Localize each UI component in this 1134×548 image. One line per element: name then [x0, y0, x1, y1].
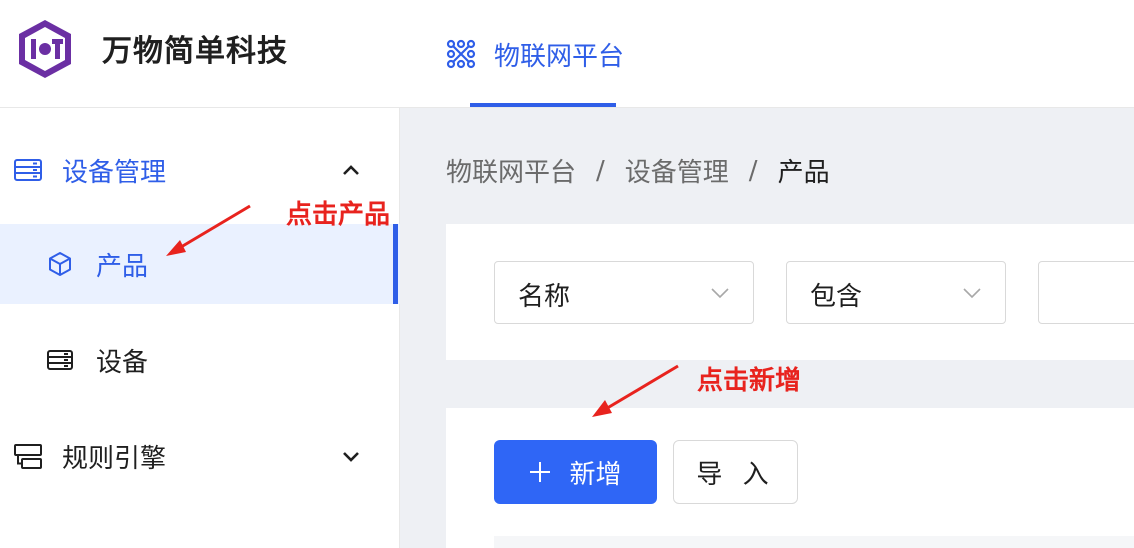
- operator-select[interactable]: 包含: [786, 261, 1006, 324]
- breadcrumb-item[interactable]: 物联网平台: [446, 152, 576, 189]
- sidebar: 设备管理 产品 设备 规则引擎: [0, 108, 400, 548]
- operator-select-value: 包含: [810, 282, 863, 312]
- sidebar-item-label: 设备: [96, 347, 149, 378]
- chevron-down-icon: [963, 288, 981, 299]
- action-panel: 新增 导 入: [446, 408, 1134, 548]
- breadcrumb-current: 产品: [777, 158, 830, 188]
- annotation-click-add: 点击新增: [697, 366, 802, 396]
- nav-tab-iot-platform[interactable]: 物联网平台: [446, 0, 624, 108]
- chevron-down-icon: [711, 288, 729, 299]
- chevron-up-icon[interactable]: [338, 157, 364, 183]
- add-button-label: 新增: [569, 459, 622, 490]
- field-select-value: 名称: [518, 282, 571, 312]
- breadcrumb-item[interactable]: 设备管理: [625, 152, 729, 189]
- nav-tab-label: 物联网平台: [494, 41, 625, 72]
- add-button[interactable]: 新增: [494, 440, 657, 504]
- sidebar-item-label: 产品: [96, 251, 149, 282]
- sidebar-group-label: 设备管理: [62, 157, 167, 188]
- cube-icon: [49, 252, 71, 276]
- server-icon: [47, 350, 73, 370]
- filter-value-input[interactable]: [1038, 261, 1134, 324]
- network-grid-icon: [446, 39, 476, 69]
- plus-icon: [530, 462, 551, 482]
- top-header: 万物简单科技 物联网平台: [0, 0, 1134, 108]
- active-indicator: [393, 224, 398, 304]
- breadcrumb-separator: /: [596, 155, 605, 186]
- sidebar-group-rule-engine[interactable]: 规则引擎: [0, 408, 400, 504]
- breadcrumb: 物联网平台 / 设备管理 / 产品: [446, 152, 830, 189]
- server-icon: [14, 159, 42, 181]
- iot-logo-icon[interactable]: [14, 18, 76, 80]
- brand-name: 万物简单科技: [102, 34, 288, 69]
- sidebar-group-label: 规则引擎: [62, 443, 167, 474]
- sidebar-item-product[interactable]: 产品: [0, 224, 400, 304]
- breadcrumb-separator: /: [748, 155, 758, 186]
- nav-tab-active-indicator: [470, 103, 616, 107]
- import-button[interactable]: 导 入: [673, 440, 798, 504]
- sidebar-item-device[interactable]: 设备: [0, 320, 400, 400]
- table-header-strip: [494, 536, 1134, 548]
- annotation-click-product: 点击产品: [286, 200, 391, 230]
- import-button-label: 导 入: [696, 459, 775, 490]
- chevron-down-icon[interactable]: [338, 443, 364, 469]
- field-select[interactable]: 名称: [494, 261, 754, 324]
- rules-icon: [14, 444, 42, 469]
- filter-panel: 名称 包含: [446, 224, 1134, 360]
